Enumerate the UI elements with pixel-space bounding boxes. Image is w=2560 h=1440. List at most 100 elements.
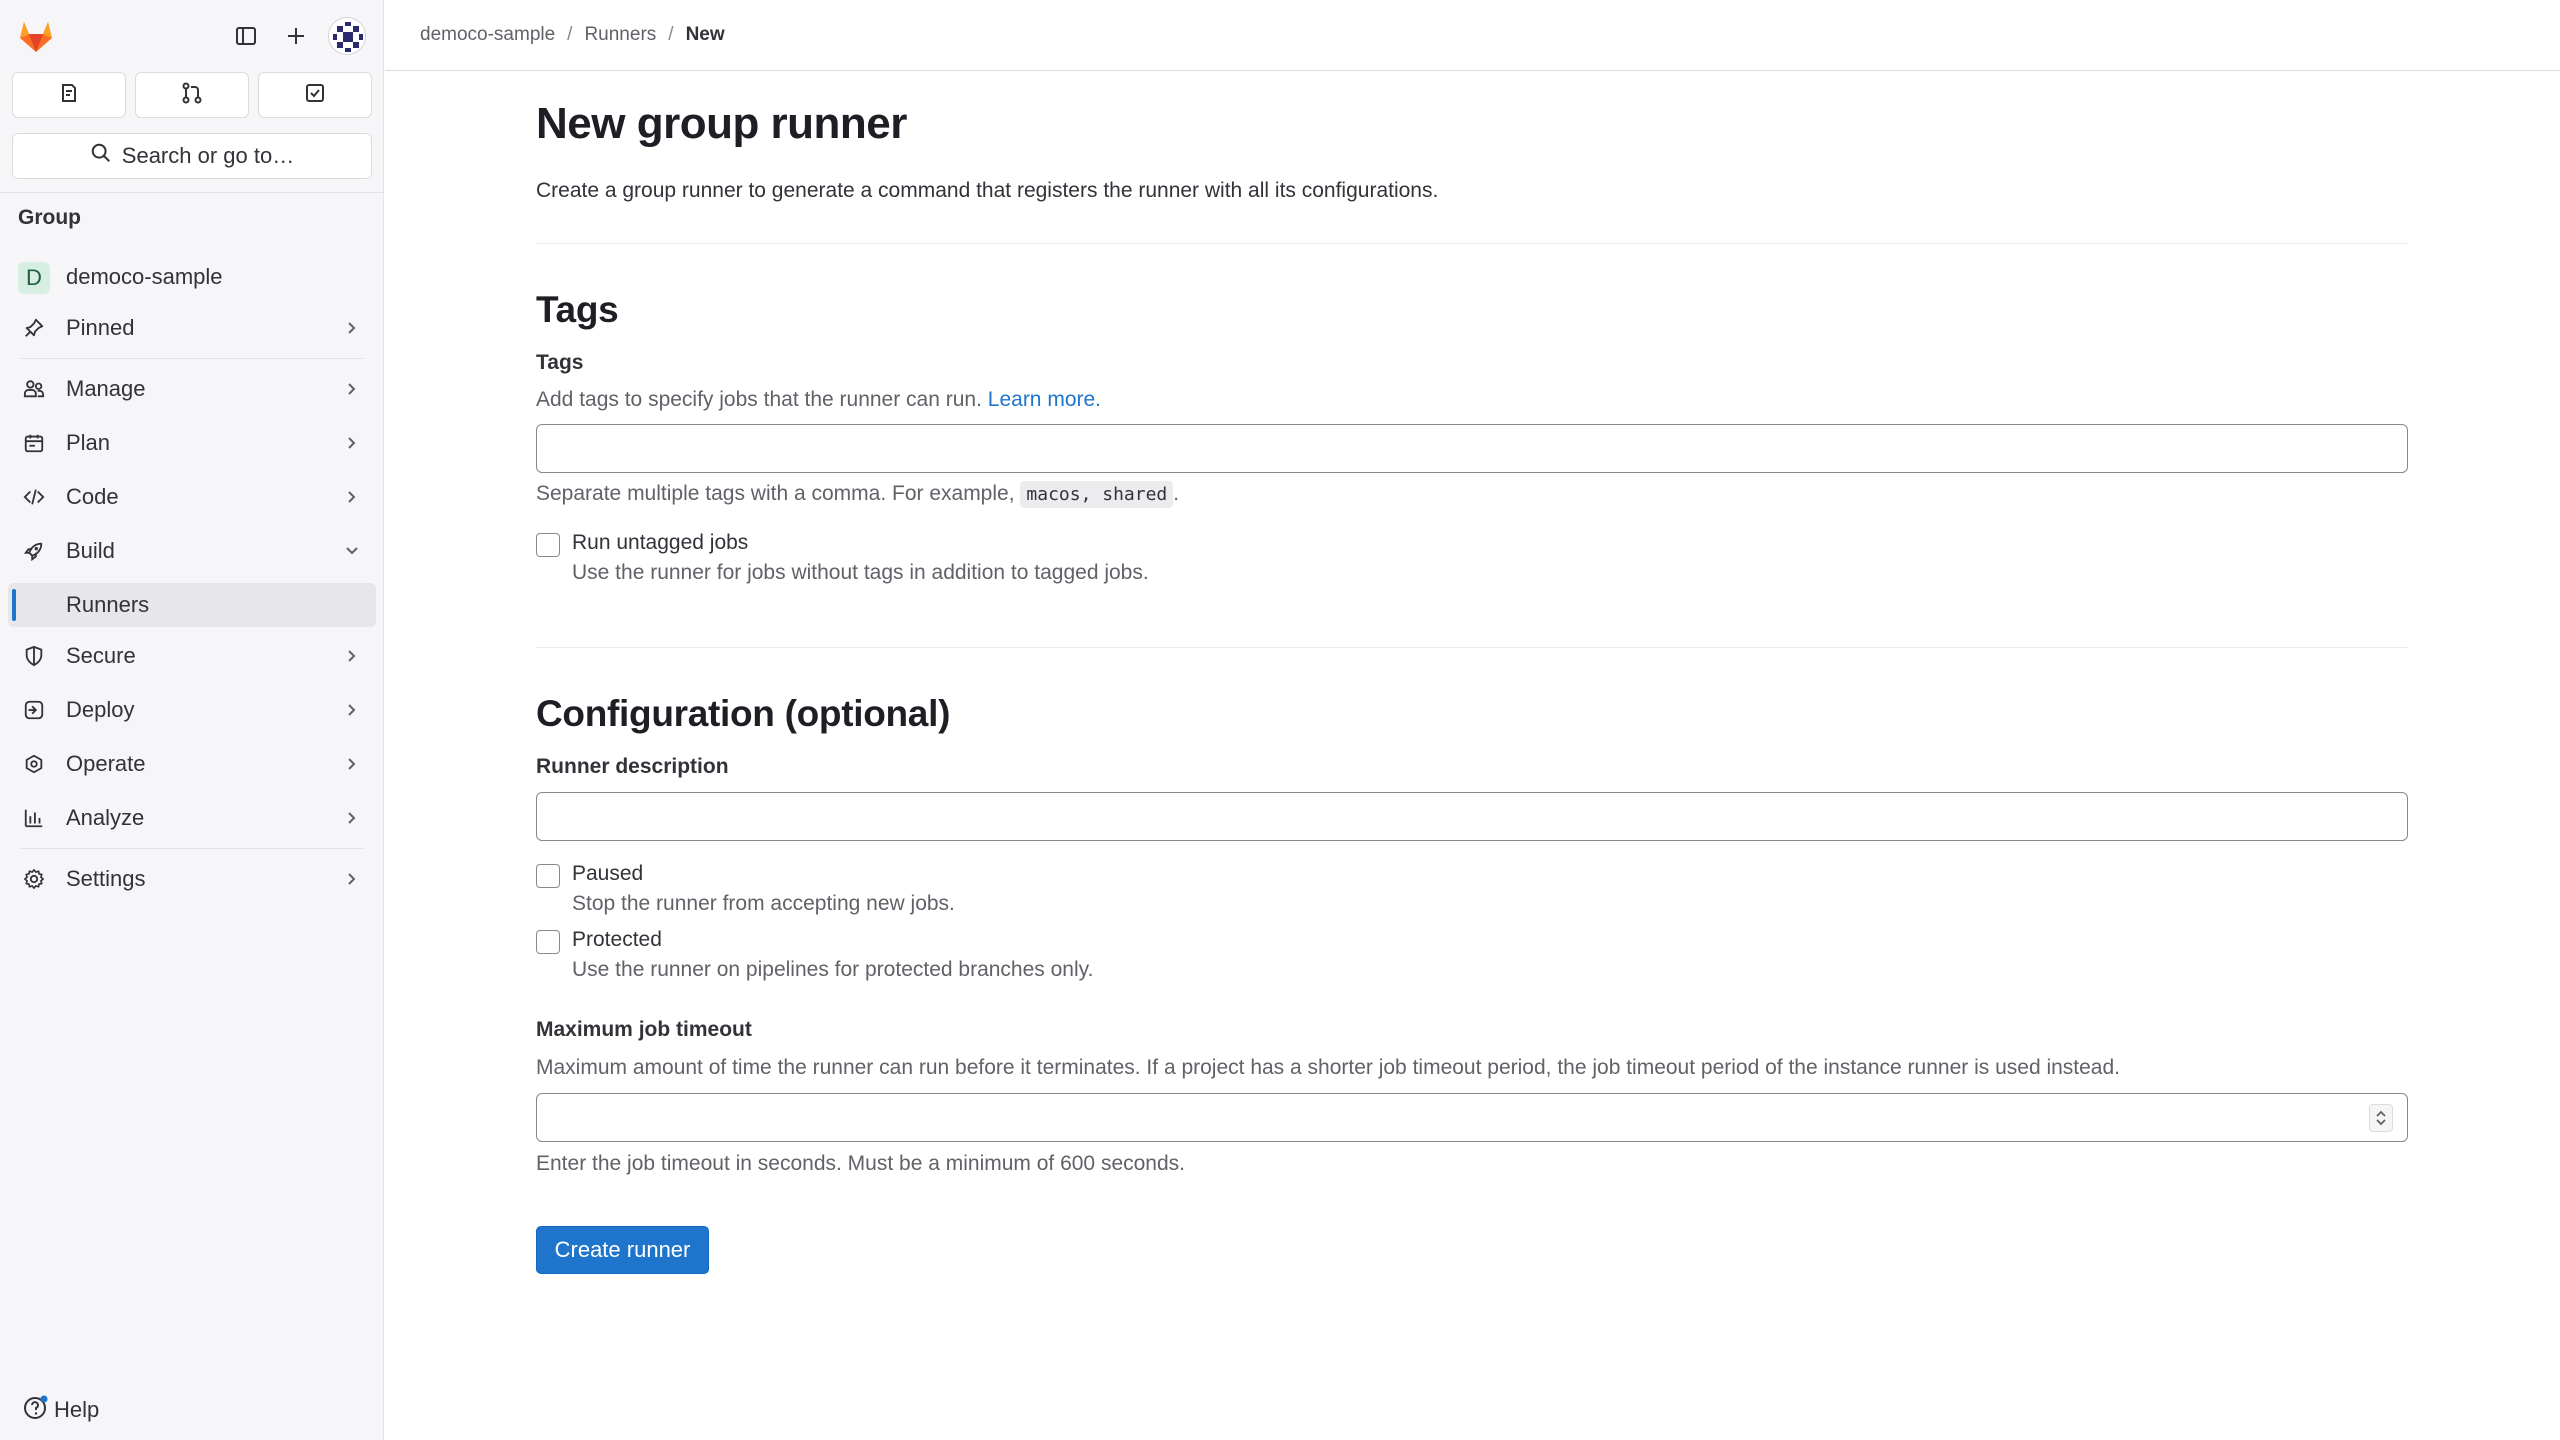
max-timeout-help: Maximum amount of time the runner can ru…	[536, 1056, 2121, 1079]
configuration-section-title: Configuration (optional)	[536, 693, 951, 734]
chart-icon	[22, 806, 46, 830]
number-spinner-icon[interactable]	[2369, 1104, 2393, 1132]
shield-icon	[22, 644, 46, 668]
sidebar-item-label: Settings	[66, 866, 146, 891]
chevron-right-icon	[342, 646, 362, 666]
paused-help: Stop the runner from accepting new jobs.	[572, 892, 955, 915]
code-icon	[22, 485, 46, 509]
quick-actions	[12, 72, 372, 118]
paused-label[interactable]: Paused	[572, 862, 643, 886]
breadcrumb: democo-sample / Runners / New	[420, 24, 725, 46]
active-indicator	[12, 589, 16, 621]
tags-separator-help-prefix: Separate multiple tags with a comma. For…	[536, 482, 1015, 505]
sidebar-item-code[interactable]: Code	[8, 475, 376, 519]
sidebar-item-operate[interactable]: Operate	[8, 742, 376, 786]
sidebar-item-label: Secure	[66, 643, 136, 668]
users-icon	[22, 377, 46, 401]
calendar-icon	[22, 431, 46, 455]
sidebar-item-build[interactable]: Build	[8, 529, 376, 573]
issues-icon	[57, 81, 81, 110]
tags-separator-help-suffix: .	[1173, 482, 1180, 505]
sidebar-item-label: Runners	[66, 592, 150, 617]
sidebar-item-deploy[interactable]: Deploy	[8, 688, 376, 732]
chevron-right-icon	[342, 700, 362, 720]
sidebar-item-label: Pinned	[66, 315, 135, 340]
run-untagged-checkbox[interactable]	[536, 533, 560, 557]
sidebar-item-label: Manage	[66, 376, 146, 401]
runner-description-label: Runner description	[536, 755, 729, 778]
project-avatar: D	[18, 262, 50, 294]
top-bar: democo-sample / Runners / New	[385, 0, 2560, 71]
protected-help: Use the runner on pipelines for protecte…	[572, 958, 1094, 981]
merge-request-icon	[180, 81, 204, 110]
sidebar-item-label: Deploy	[66, 697, 135, 722]
sidebar-item-label: Operate	[66, 751, 146, 776]
gear-icon	[22, 867, 46, 891]
left-sidebar: Search or go to… Group D democo-sample P…	[0, 0, 384, 1440]
todos-button[interactable]	[258, 72, 372, 118]
sidebar-item-label: democo-sample	[66, 264, 223, 289]
issues-button[interactable]	[12, 72, 126, 118]
section-divider	[536, 243, 2408, 244]
sidebar-item-label: Plan	[66, 430, 111, 455]
sidebar-item-settings[interactable]: Settings	[8, 857, 376, 901]
context-label: Group	[18, 206, 81, 229]
help-label: Help	[54, 1397, 100, 1422]
cloud-icon	[22, 752, 46, 776]
create-runner-button[interactable]: Create runner	[536, 1226, 709, 1274]
sidebar-item-secure[interactable]: Secure	[8, 634, 376, 678]
breadcrumb-separator: /	[567, 24, 573, 45]
breadcrumb-current[interactable]: New	[686, 24, 725, 46]
chevron-right-icon	[342, 379, 362, 399]
create-new-icon[interactable]	[278, 18, 314, 54]
tags-section-title: Tags	[536, 289, 619, 330]
chevron-down-icon	[342, 541, 362, 561]
chevron-right-icon	[342, 487, 362, 507]
page-title: New group runner	[536, 99, 907, 148]
sidebar-item-pinned[interactable]: Pinned	[8, 306, 376, 350]
pin-icon	[22, 316, 46, 340]
runner-description-input[interactable]	[536, 792, 2408, 841]
breadcrumb-runners[interactable]: Runners	[584, 24, 656, 46]
tags-field-label: Tags	[536, 351, 584, 374]
sidebar-item-runners[interactable]: Runners	[8, 583, 376, 627]
nav-separator	[20, 358, 364, 359]
breadcrumb-group[interactable]: democo-sample	[420, 24, 555, 46]
breadcrumb-separator: /	[668, 24, 674, 45]
merge-requests-button[interactable]	[135, 72, 249, 118]
gitlab-logo-icon[interactable]	[16, 16, 56, 56]
sidebar-item-label: Analyze	[66, 805, 145, 830]
chevron-right-icon	[342, 433, 362, 453]
todo-icon	[303, 81, 327, 110]
help-icon	[22, 1393, 50, 1427]
sidebar-item-analyze[interactable]: Analyze	[8, 796, 376, 840]
search-button[interactable]: Search or go to…	[12, 133, 372, 179]
sidebar-item-project[interactable]: D democo-sample	[8, 255, 376, 299]
user-avatar[interactable]	[328, 17, 366, 55]
tags-example-code: macos, shared	[1020, 481, 1174, 508]
tags-help-text: Add tags to specify jobs that the runner…	[536, 388, 1101, 412]
sidebar-item-plan[interactable]: Plan	[8, 421, 376, 465]
paused-checkbox[interactable]	[536, 864, 560, 888]
protected-label[interactable]: Protected	[572, 928, 662, 952]
learn-more-link[interactable]: Learn more.	[988, 388, 1101, 411]
chevron-right-icon	[342, 318, 362, 338]
sidebar-item-label: Code	[66, 484, 119, 509]
run-untagged-label[interactable]: Run untagged jobs	[572, 531, 748, 555]
chevron-right-icon	[342, 808, 362, 828]
tags-input[interactable]	[536, 424, 2408, 473]
tags-help-prefix: Add tags to specify jobs that the runner…	[536, 388, 982, 411]
help-button[interactable]: Help	[22, 1393, 99, 1427]
chevron-right-icon	[342, 754, 362, 774]
max-timeout-label: Maximum job timeout	[536, 1018, 752, 1041]
sidebar-toggle-icon[interactable]	[228, 18, 264, 54]
protected-checkbox[interactable]	[536, 930, 560, 954]
search-icon	[90, 142, 112, 170]
max-timeout-input[interactable]	[536, 1093, 2408, 1142]
search-placeholder: Search or go to…	[121, 143, 295, 168]
deploy-icon	[22, 698, 46, 722]
tags-separator-help: Separate multiple tags with a comma. For…	[536, 481, 1180, 508]
sidebar-item-manage[interactable]: Manage	[8, 367, 376, 411]
sidebar-top-bar	[0, 0, 384, 70]
page-description: Create a group runner to generate a comm…	[536, 179, 1439, 202]
